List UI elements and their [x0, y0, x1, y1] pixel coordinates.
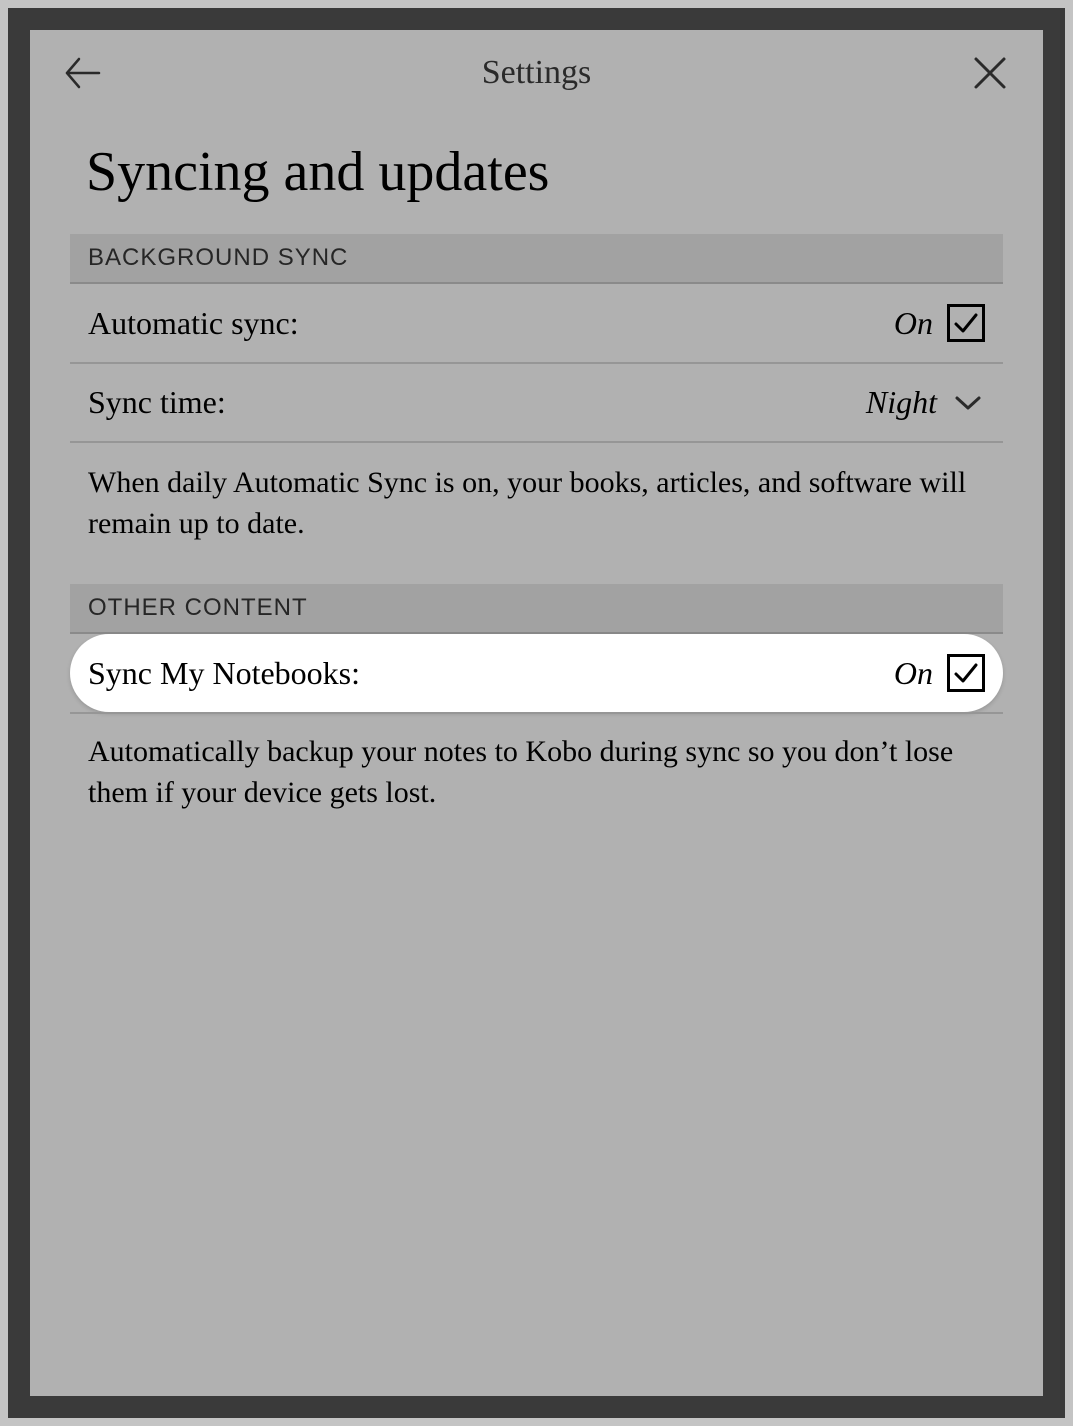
sync-time-label: Sync time: [88, 384, 226, 421]
chevron-down-icon [954, 393, 982, 413]
section-header-background-sync: BACKGROUND SYNC [70, 234, 1003, 284]
sync-my-notebooks-row[interactable]: Sync My Notebooks: On [70, 634, 1003, 712]
checkmark-icon [952, 659, 980, 687]
sync-my-notebooks-value: On [894, 655, 933, 692]
sync-my-notebooks-label: Sync My Notebooks: [88, 655, 360, 692]
section-header-other-content: OTHER CONTENT [70, 584, 1003, 634]
other-content-description: Automatically backup your notes to Kobo … [70, 712, 1003, 853]
sync-time-value: Night [866, 384, 937, 421]
sync-my-notebooks-checkbox[interactable] [947, 654, 985, 692]
automatic-sync-value-wrap: On [894, 304, 985, 342]
automatic-sync-row[interactable]: Automatic sync: On [70, 284, 1003, 364]
screen: Settings Syncing and updates BACKGROUND … [30, 30, 1043, 1396]
device-frame: Settings Syncing and updates BACKGROUND … [8, 8, 1065, 1418]
sync-time-dropdown[interactable] [951, 386, 985, 420]
back-button[interactable] [58, 48, 108, 98]
back-arrow-icon [61, 51, 105, 95]
automatic-sync-value: On [894, 305, 933, 342]
header-bar: Settings [30, 30, 1043, 116]
header-title: Settings [108, 54, 965, 92]
background-sync-description: When daily Automatic Sync is on, your bo… [70, 443, 1003, 584]
sync-my-notebooks-value-wrap: On [894, 654, 985, 692]
sync-time-row[interactable]: Sync time: Night [70, 364, 1003, 443]
automatic-sync-label: Automatic sync: [88, 305, 299, 342]
close-button[interactable] [965, 48, 1015, 98]
page-title: Syncing and updates [30, 116, 1043, 234]
checkmark-icon [952, 309, 980, 337]
sync-time-value-wrap: Night [866, 384, 985, 421]
close-icon [970, 53, 1010, 93]
automatic-sync-checkbox[interactable] [947, 304, 985, 342]
